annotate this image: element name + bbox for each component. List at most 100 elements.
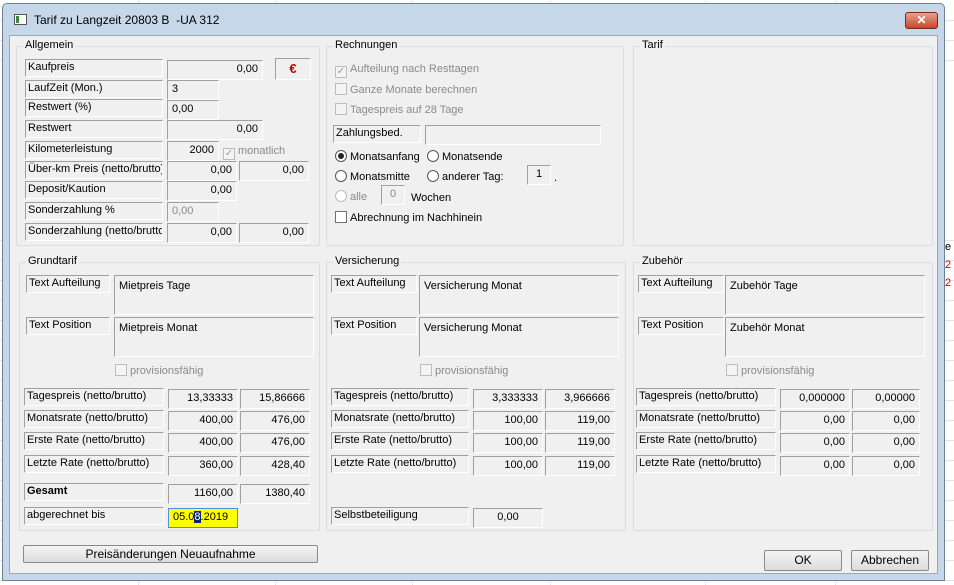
provision-checkbox[interactable]: provisionsfähig	[420, 364, 508, 378]
erste-rate-brutto-field[interactable]: 476,00	[240, 433, 310, 453]
text-position-label: Text Position	[26, 317, 110, 335]
window-app-icon	[14, 14, 27, 25]
tagespreis-brutto-field[interactable]: 0,00000	[852, 389, 920, 409]
monatsmitte-radio[interactable]: Monatsmitte	[335, 170, 410, 184]
provision-label: provisionsfähig	[741, 365, 815, 377]
ok-button[interactable]: OK	[764, 550, 842, 571]
letzte-rate-netto-field[interactable]: 360,00	[168, 456, 238, 476]
letzte-rate-brutto-field[interactable]: 119,00	[545, 456, 615, 476]
ganze-monate-label: Ganze Monate berechnen	[350, 84, 478, 96]
wochen-label: Wochen	[411, 192, 452, 204]
restwert-field[interactable]: 0,00	[167, 120, 263, 140]
zahlungsbed-field[interactable]	[425, 125, 601, 145]
monatsrate-brutto-field[interactable]: 119,00	[545, 411, 615, 431]
restwert-pct-field[interactable]: 0,00	[167, 100, 219, 120]
tagespreis-brutto-field[interactable]: 3,966666	[545, 389, 615, 409]
monatsrate-brutto-field[interactable]: 476,00	[240, 411, 310, 431]
group-title: Versicherung	[333, 255, 402, 267]
km-field[interactable]: 2000	[167, 141, 219, 161]
aufteilung-label: Aufteilung nach Resttagen	[350, 63, 480, 75]
erste-rate-netto-field[interactable]: 0,00	[780, 433, 850, 453]
tagespreis-netto-field[interactable]: 13,33333	[168, 389, 238, 409]
zahlungsbed-label: Zahlungsbed.	[333, 125, 421, 143]
tagespreis28-label: Tagespreis auf 28 Tage	[350, 104, 464, 116]
provision-checkbox[interactable]: provisionsfähig	[726, 364, 814, 378]
gesamt-brutto-field[interactable]: 1380,40	[240, 484, 310, 504]
sonder-pct-field[interactable]: 0,00	[167, 202, 219, 222]
tagespreis-netto-field[interactable]: 3,333333	[473, 389, 543, 409]
text-position-field[interactable]: Mietpreis Monat	[114, 317, 314, 357]
text-aufteilung-field[interactable]: Versicherung Monat	[419, 275, 619, 315]
group-title: Rechnungen	[333, 39, 400, 51]
letzte-rate-brutto-field[interactable]: 428,40	[240, 456, 310, 476]
erste-rate-netto-field[interactable]: 400,00	[168, 433, 238, 453]
monatsrate-brutto-field[interactable]: 0,00	[852, 411, 920, 431]
text-position-field[interactable]: Zubehör Monat	[725, 317, 925, 357]
alle-radio[interactable]: alle	[335, 190, 367, 204]
nachhinein-checkbox[interactable]: Abrechnung im Nachhinein	[335, 211, 482, 225]
group-zubehoer: Zubehör Text Aufteilung Zubehör Tage Tex…	[633, 255, 933, 531]
anderer-tag-label: anderer Tag:	[442, 171, 504, 183]
monatsrate-netto-field[interactable]: 0,00	[780, 411, 850, 431]
text-position-field[interactable]: Versicherung Monat	[419, 317, 619, 357]
text-aufteilung-label: Text Aufteilung	[638, 275, 724, 293]
ganze-monate-checkbox[interactable]: Ganze Monate berechnen	[335, 83, 477, 97]
anderer-tag-field[interactable]: 1	[527, 165, 551, 185]
km-label: Kilometerleistung	[25, 141, 163, 159]
tagespreis-label: Tagespreis (netto/brutto)	[24, 388, 164, 406]
alle-wochen-field[interactable]: 0	[381, 185, 405, 205]
kaufpreis-field[interactable]: 0,00	[167, 60, 263, 80]
monatsrate-netto-field[interactable]: 400,00	[168, 411, 238, 431]
laufzeit-field[interactable]: 3	[167, 80, 219, 100]
selbstbeteiligung-field[interactable]: 0,00	[473, 508, 543, 528]
text-position-label: Text Position	[331, 317, 417, 335]
letzte-rate-brutto-field[interactable]: 0,00	[852, 456, 920, 476]
group-versicherung: Versicherung Text Aufteilung Versicherun…	[326, 255, 626, 531]
letzte-rate-label: Letzte Rate (netto/brutto)	[24, 455, 164, 473]
background-cell-text: 2	[945, 277, 952, 289]
ueberkm-netto-field[interactable]: 0,00	[167, 161, 237, 181]
tagespreis-netto-field[interactable]: 0,000000	[780, 389, 850, 409]
title-bar[interactable]: Tarif zu Langzeit 20803 B -UA 312 ✕	[3, 4, 944, 35]
window-title: Tarif zu Langzeit 20803 B -UA 312	[34, 13, 220, 27]
erste-rate-brutto-field[interactable]: 0,00	[852, 433, 920, 453]
group-title: Zubehör	[640, 255, 685, 267]
text-aufteilung-field[interactable]: Zubehör Tage	[725, 275, 925, 315]
monatlich-label: monatlich	[238, 145, 286, 157]
restwert-pct-label: Restwert (%)	[25, 99, 163, 117]
tarif-dialog: Tarif zu Langzeit 20803 B -UA 312 ✕ Allg…	[2, 3, 945, 581]
cancel-button[interactable]: Abbrechen	[851, 550, 929, 571]
sonder-netto-field[interactable]: 0,00	[167, 223, 237, 243]
tagespreis-brutto-field[interactable]: 15,86666	[240, 389, 310, 409]
aufteilung-checkbox[interactable]: ✓ Aufteilung nach Resttagen	[335, 63, 479, 78]
monatsanfang-radio[interactable]: Monatsanfang	[335, 150, 420, 164]
gesamt-netto-field[interactable]: 1160,00	[168, 484, 238, 504]
monatlich-checkbox[interactable]: ✓ monatlich	[223, 145, 285, 160]
deposit-field[interactable]: 0,00	[167, 181, 237, 201]
selbstbeteiligung-label: Selbstbeteiligung	[331, 507, 469, 525]
letzte-rate-netto-field[interactable]: 0,00	[780, 456, 850, 476]
sonder-brutto-field[interactable]: 0,00	[239, 223, 309, 243]
text-aufteilung-label: Text Aufteilung	[26, 275, 110, 293]
anderer-tag-radio[interactable]: anderer Tag:	[427, 170, 504, 184]
text-aufteilung-field[interactable]: Mietpreis Tage	[114, 275, 314, 315]
currency-euro-icon[interactable]: €	[275, 58, 311, 80]
tagespreis-label: Tagespreis (netto/brutto)	[331, 388, 469, 406]
text-aufteilung-label: Text Aufteilung	[331, 275, 417, 293]
letzte-rate-netto-field[interactable]: 100,00	[473, 456, 543, 476]
checkmark-icon: ✓	[223, 148, 235, 160]
provision-checkbox[interactable]: provisionsfähig	[115, 364, 203, 378]
close-button[interactable]: ✕	[905, 12, 938, 29]
monatsrate-netto-field[interactable]: 100,00	[473, 411, 543, 431]
group-title: Grundtarif	[26, 255, 79, 267]
monatsende-radio[interactable]: Monatsende	[427, 150, 503, 164]
sonder-pct-label: Sonderzahlung %	[25, 202, 163, 220]
preisaenderungen-button[interactable]: Preisänderungen Neuaufnahme	[23, 545, 318, 563]
tagespreis28-checkbox[interactable]: Tagespreis auf 28 Tage	[335, 103, 464, 117]
gesamt-label: Gesamt	[24, 483, 164, 501]
abgerechnet-date-field[interactable]: 05.08.2019	[168, 508, 238, 528]
erste-rate-netto-field[interactable]: 100,00	[473, 433, 543, 453]
erste-rate-brutto-field[interactable]: 119,00	[545, 433, 615, 453]
tagespreis-label: Tagespreis (netto/brutto)	[636, 388, 776, 406]
ueberkm-brutto-field[interactable]: 0,00	[239, 161, 309, 181]
